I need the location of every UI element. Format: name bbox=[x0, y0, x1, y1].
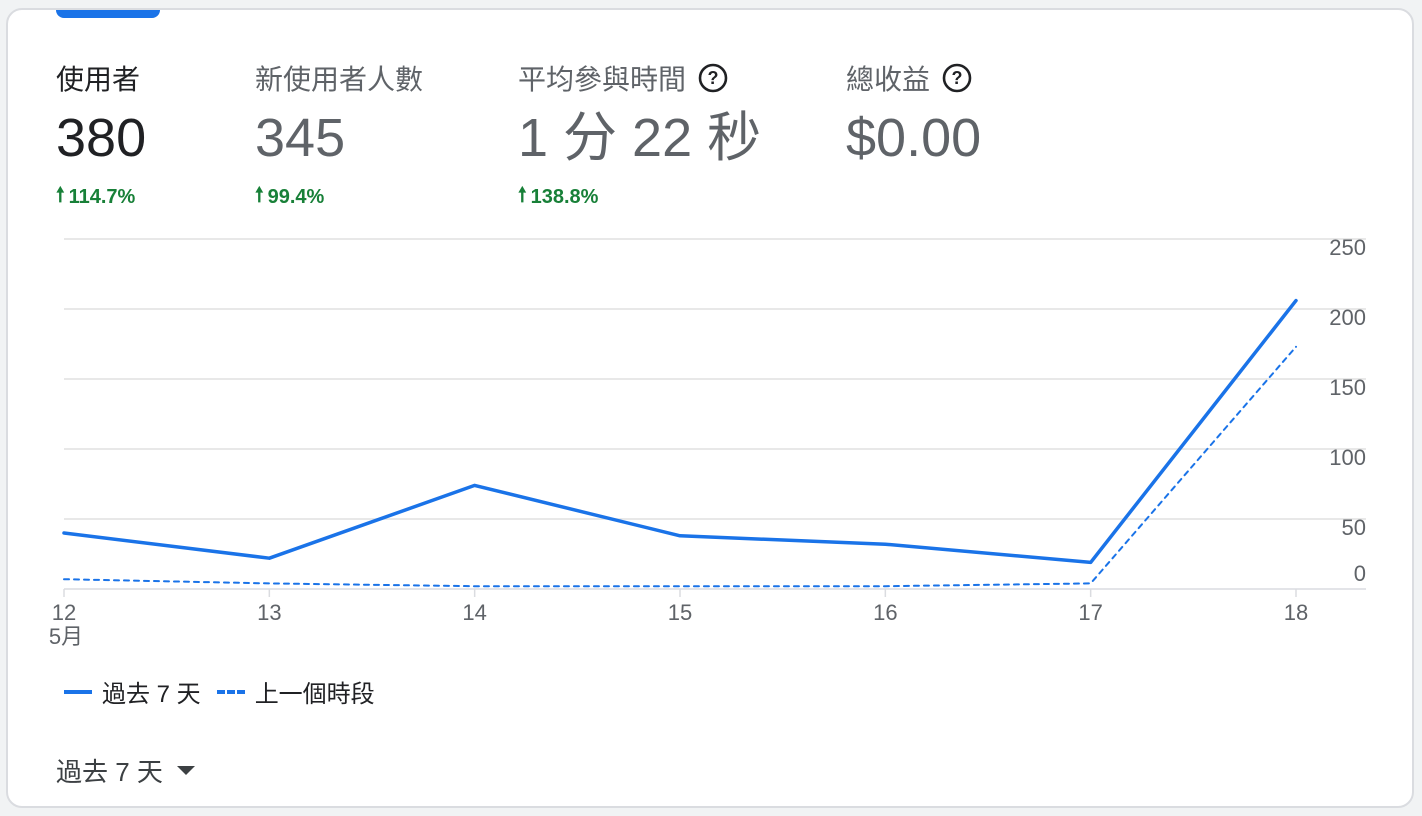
y-tick-label: 250 bbox=[1329, 235, 1366, 260]
y-tick-label: 0 bbox=[1354, 561, 1366, 586]
y-tick-label: 50 bbox=[1342, 515, 1366, 540]
previous-period-line bbox=[63, 345, 1297, 588]
date-range-dropdown[interactable]: 過去 7 天 bbox=[56, 752, 195, 789]
y-tick-label: 100 bbox=[1329, 445, 1366, 470]
y-tick-label: 200 bbox=[1329, 305, 1366, 330]
chevron-down-icon bbox=[176, 766, 195, 775]
x-tick-label: 16 bbox=[873, 600, 897, 625]
users-line-chart: 250 200 150 100 50 0 12 13 14 15 16 17 18 5月 bbox=[49, 235, 1366, 649]
date-range-label: 過去 7 天 bbox=[56, 757, 163, 787]
x-tick-label: 13 bbox=[257, 600, 281, 625]
legend-item-previous: 上一個時段 bbox=[216, 674, 375, 709]
chart-legend: 過去 7 天 上一個時段 bbox=[64, 674, 391, 709]
overview-card: 使用者 380 🠕 114.7% 新使用者人數 345 🠕 99.4% 平均參與時間… bbox=[6, 8, 1414, 808]
legend-dashed-swatch bbox=[216, 689, 245, 694]
legend-previous-label: 上一個時段 bbox=[254, 681, 375, 708]
x-tick-label: 17 bbox=[1078, 600, 1102, 625]
x-month-label: 5月 bbox=[49, 624, 83, 649]
current-period-line bbox=[62, 298, 1298, 565]
legend-current-label: 過去 7 天 bbox=[102, 681, 201, 708]
x-tick-label: 18 bbox=[1284, 600, 1308, 625]
x-tick-label: 15 bbox=[668, 600, 692, 625]
x-tick-label: 14 bbox=[462, 600, 486, 625]
y-tick-label: 150 bbox=[1329, 375, 1366, 400]
legend-item-current: 過去 7 天 bbox=[64, 674, 201, 709]
x-tick-label: 12 bbox=[52, 600, 76, 625]
legend-solid-swatch bbox=[64, 689, 92, 694]
